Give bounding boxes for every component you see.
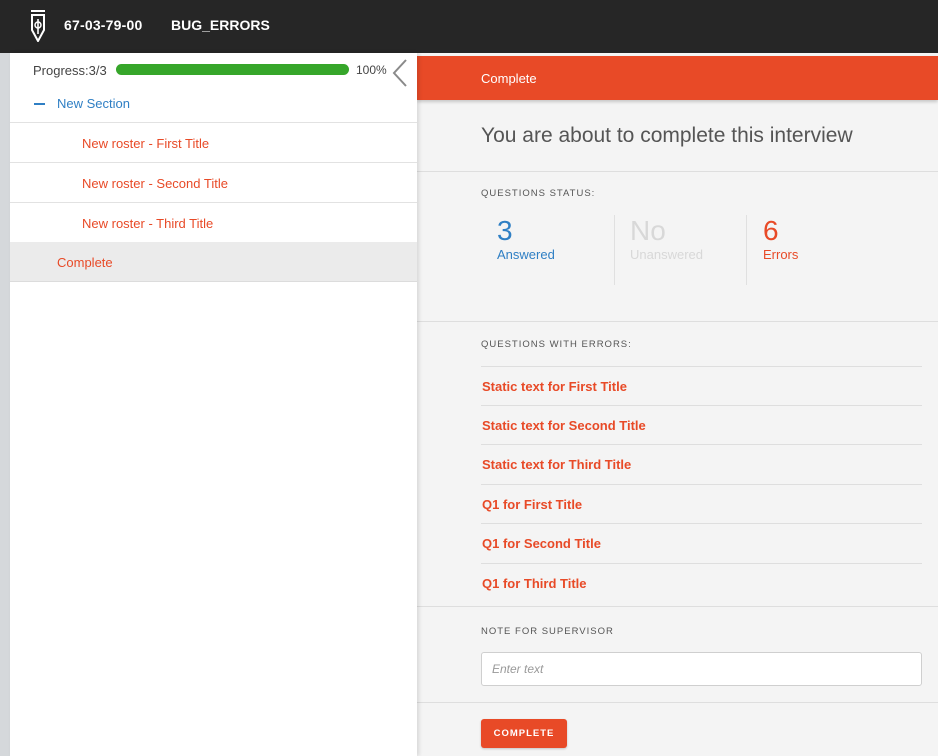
divider	[417, 171, 938, 172]
error-link-label[interactable]: Static text for First Title	[482, 379, 627, 394]
error-link[interactable]: Q1 for Second Title	[481, 523, 922, 562]
progress-bar	[116, 64, 349, 75]
sidebar-item-roster-third[interactable]: New roster - Third Title	[10, 203, 417, 243]
error-link-label[interactable]: Q1 for Second Title	[482, 536, 601, 551]
main-panel: Complete You are about to complete this …	[417, 53, 938, 756]
progress-row: Progress:3/3 100%	[10, 53, 417, 87]
questionnaire-title: BUG_ERRORS	[171, 17, 270, 33]
error-link-label[interactable]: Q1 for First Title	[482, 497, 582, 512]
progress-bar-fill	[116, 64, 349, 75]
sidebar-item-label[interactable]: New roster - Second Title	[82, 176, 228, 191]
error-link[interactable]: Static text for First Title	[481, 366, 922, 405]
top-bar: 67-03-79-00 BUG_ERRORS	[0, 0, 938, 53]
sidebar: Progress:3/3 100% New Section New roster…	[10, 53, 417, 756]
section-label[interactable]: New Section	[57, 96, 130, 111]
complete-button[interactable]: COMPLETE	[481, 719, 567, 748]
interview-id: 67-03-79-00	[64, 17, 143, 33]
error-link[interactable]: Q1 for First Title	[481, 484, 922, 523]
chevron-left-icon[interactable]	[391, 58, 409, 88]
stat-answered-value: 3	[497, 215, 513, 246]
divider	[417, 606, 938, 607]
sidebar-item-label[interactable]: Complete	[57, 255, 113, 270]
stat-errors: 6 Errors	[763, 215, 798, 285]
minus-icon[interactable]	[34, 103, 45, 105]
main-header: Complete	[417, 56, 938, 100]
error-link[interactable]: Static text for Third Title	[481, 444, 922, 483]
sidebar-item-complete[interactable]: Complete	[10, 242, 417, 282]
error-link-label[interactable]: Static text for Second Title	[482, 418, 646, 433]
error-link-label[interactable]: Static text for Third Title	[482, 457, 631, 472]
stat-answered-caption: Answered	[497, 247, 555, 262]
error-link[interactable]: Static text for Second Title	[481, 405, 922, 444]
stat-unanswered-caption: Unanswered	[630, 247, 703, 262]
stat-unanswered: No Unanswered	[630, 215, 703, 285]
stat-answered: 3 Answered	[497, 215, 555, 285]
left-gutter	[0, 53, 10, 756]
progress-label: Progress:3/3	[33, 63, 107, 78]
sidebar-item-label[interactable]: New roster - First Title	[82, 136, 209, 151]
sidebar-item-roster-second[interactable]: New roster - Second Title	[10, 163, 417, 203]
divider	[417, 702, 938, 703]
sidebar-item-label[interactable]: New roster - Third Title	[82, 216, 213, 231]
sidebar-section-new-section[interactable]: New Section	[10, 87, 417, 123]
note-for-supervisor-input[interactable]	[481, 652, 922, 686]
stat-separator	[746, 215, 747, 285]
stat-errors-value: 6	[763, 215, 779, 246]
questions-with-errors-heading: QUESTIONS WITH ERRORS:	[481, 339, 632, 350]
note-for-supervisor-heading: NOTE FOR SUPERVISOR	[481, 626, 614, 637]
sidebar-item-roster-first[interactable]: New roster - First Title	[10, 123, 417, 163]
main-header-title: Complete	[481, 71, 537, 86]
progress-percent: 100%	[356, 63, 387, 77]
stat-errors-caption: Errors	[763, 247, 799, 262]
stat-unanswered-value: No	[630, 215, 666, 246]
page-title: You are about to complete this interview	[481, 124, 853, 147]
error-link[interactable]: Q1 for Third Title	[481, 563, 922, 602]
error-link-label[interactable]: Q1 for Third Title	[482, 576, 587, 591]
divider	[417, 321, 938, 322]
stat-separator	[614, 215, 615, 285]
pen-nib-icon[interactable]	[30, 10, 46, 42]
questions-status-heading: QUESTIONS STATUS:	[481, 188, 596, 199]
